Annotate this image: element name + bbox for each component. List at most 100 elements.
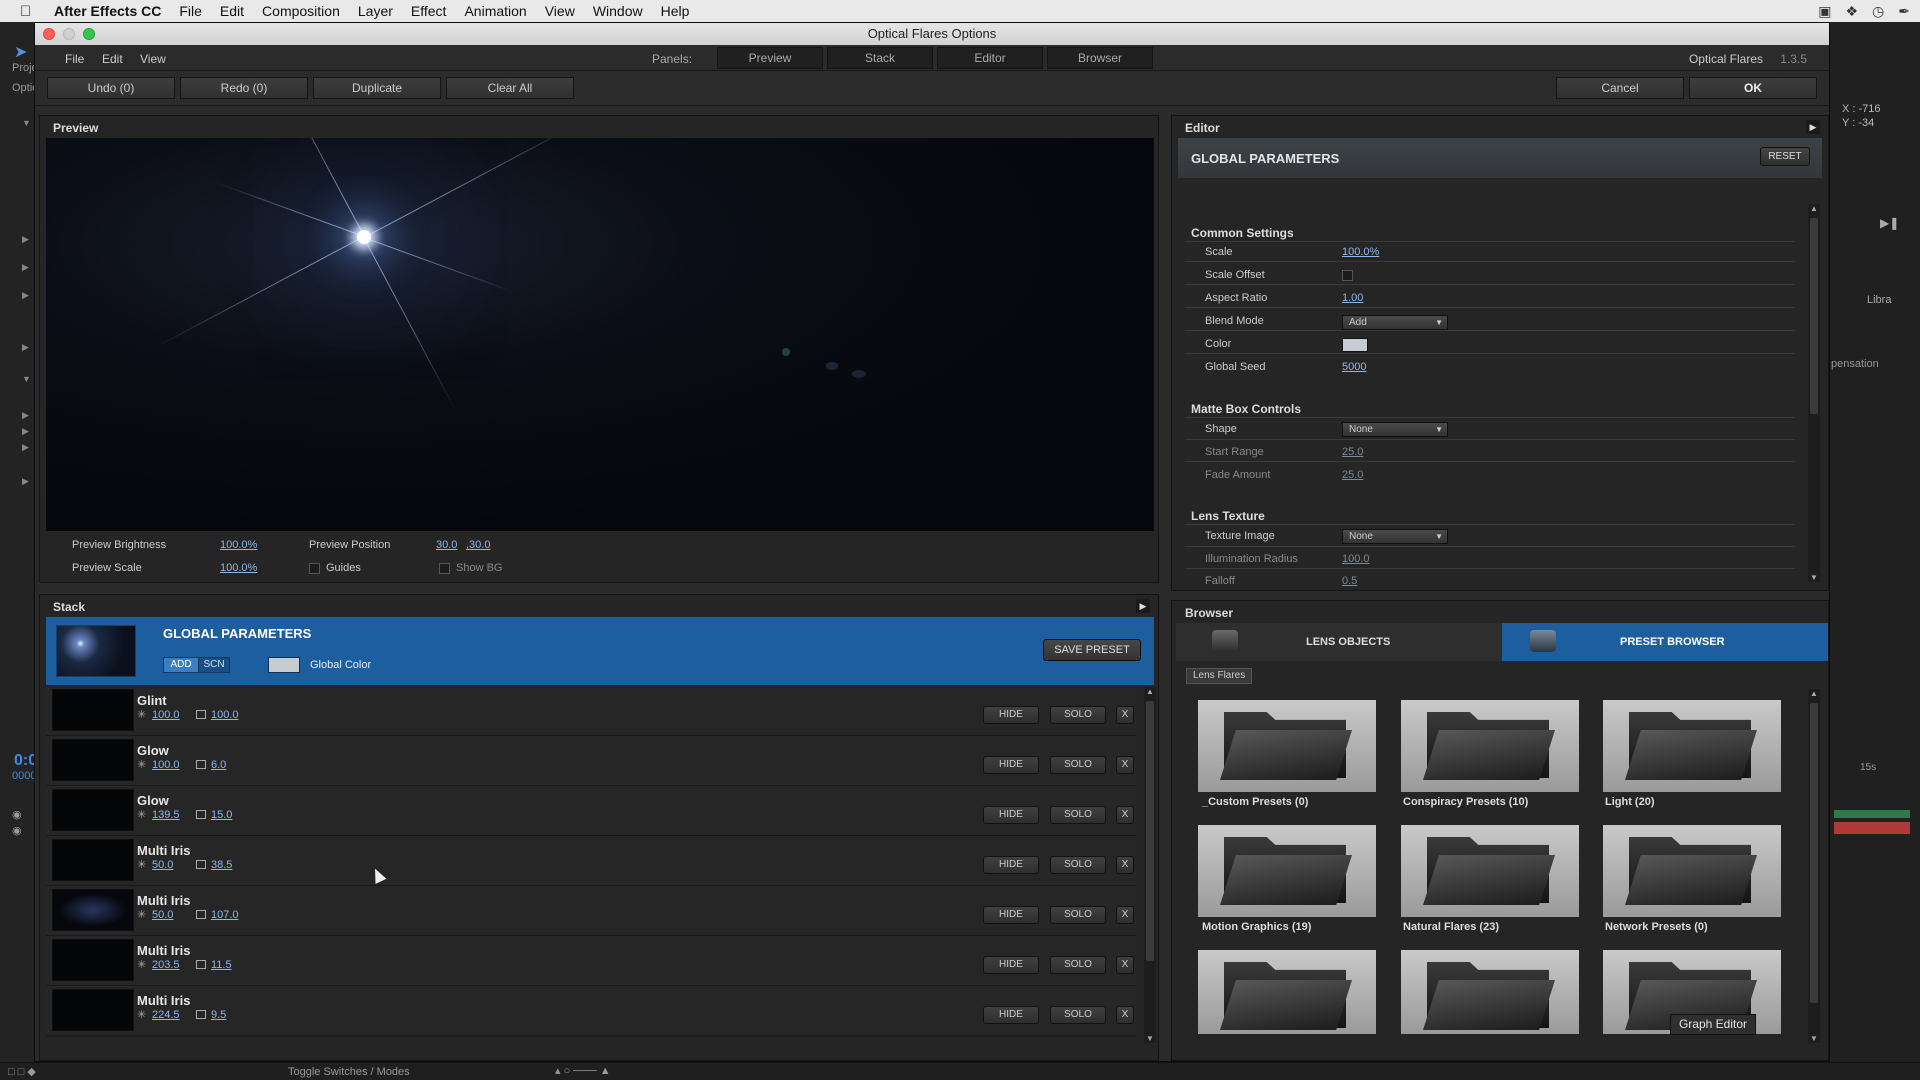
- preset-folder[interactable]: [1603, 700, 1781, 792]
- hide-button[interactable]: HIDE: [983, 806, 1039, 824]
- delete-element-button[interactable]: X: [1116, 706, 1134, 724]
- editor-panel-menu-arrow-icon[interactable]: ▶: [1806, 120, 1820, 134]
- flare-core[interactable]: [357, 230, 371, 244]
- menu-view[interactable]: View: [545, 3, 575, 19]
- libraries-tab[interactable]: Libra: [1867, 294, 1891, 306]
- preset-folder[interactable]: [1401, 825, 1579, 917]
- redo-button[interactable]: Redo (0): [180, 77, 308, 99]
- editor-scrollbar[interactable]: ▲ ▼: [1808, 204, 1820, 582]
- panel-tab-stack[interactable]: Stack: [827, 47, 933, 69]
- falloff-value[interactable]: 0.5: [1342, 575, 1357, 587]
- scroll-up-icon[interactable]: ▲: [1810, 689, 1818, 698]
- browser-scrollbar[interactable]: ▲ ▼: [1808, 689, 1820, 1043]
- fade-amount-value[interactable]: 25.0: [1342, 469, 1363, 481]
- hide-button[interactable]: HIDE: [983, 1006, 1039, 1024]
- dialog-menu-view[interactable]: View: [140, 52, 166, 66]
- scale-offset-checkbox[interactable]: [1342, 270, 1353, 281]
- disclosure-triangle-icon[interactable]: ▼: [22, 118, 31, 128]
- shape-select[interactable]: None ▼: [1342, 422, 1448, 437]
- hide-button[interactable]: HIDE: [983, 756, 1039, 774]
- dialog-menu-file[interactable]: File: [65, 52, 84, 66]
- stack-row[interactable]: Multi Iris ✳ 50.0 107.0 HIDE SOLO X: [46, 886, 1136, 936]
- screen-record-icon[interactable]: ▣: [1818, 3, 1831, 20]
- scrollbar-thumb[interactable]: [1146, 701, 1154, 961]
- menu-file[interactable]: File: [179, 3, 202, 19]
- preview-brightness-value[interactable]: 100.0%: [220, 539, 257, 551]
- delete-element-button[interactable]: X: [1116, 906, 1134, 924]
- global-seed-value[interactable]: 5000: [1342, 361, 1366, 373]
- scrollbar-thumb[interactable]: [1810, 703, 1818, 1003]
- disclosure-triangle-icon[interactable]: ▶: [22, 410, 29, 421]
- disclosure-triangle-icon[interactable]: ▼: [22, 374, 31, 384]
- solo-button[interactable]: SOLO: [1050, 856, 1106, 874]
- selection-tool-icon[interactable]: ➤: [14, 42, 27, 62]
- scroll-down-icon[interactable]: ▼: [1810, 573, 1818, 582]
- ok-button[interactable]: OK: [1689, 77, 1817, 99]
- tab-lens-objects[interactable]: LENS OBJECTS: [1176, 623, 1502, 661]
- scroll-up-icon[interactable]: ▲: [1810, 204, 1818, 213]
- tab-preset-browser[interactable]: PRESET BROWSER: [1502, 623, 1828, 661]
- dropbox-icon[interactable]: ❖: [1845, 3, 1858, 20]
- delete-element-button[interactable]: X: [1116, 1006, 1134, 1024]
- stack-row[interactable]: Glint ✳ 100.0 100.0 HIDE SOLO X: [46, 686, 1136, 736]
- preset-folder[interactable]: [1603, 825, 1781, 917]
- disclosure-triangle-icon[interactable]: ▶: [22, 290, 29, 301]
- element-brightness[interactable]: 203.5: [152, 959, 180, 971]
- global-color-swatch[interactable]: [268, 657, 300, 673]
- minimize-window-button[interactable]: [63, 28, 75, 40]
- dialog-menu-edit[interactable]: Edit: [102, 52, 123, 66]
- scn-mode-button[interactable]: SCN: [198, 657, 230, 673]
- panel-tab-browser[interactable]: Browser: [1047, 47, 1153, 69]
- panel-tab-editor[interactable]: Editor: [937, 47, 1043, 69]
- element-brightness[interactable]: 100.0: [152, 709, 180, 721]
- undo-button[interactable]: Undo (0): [47, 77, 175, 99]
- show-bg-checkbox[interactable]: [439, 563, 450, 574]
- stack-global-parameters[interactable]: GLOBAL PARAMETERS ADD SCN Global Color S…: [46, 617, 1154, 685]
- app-menu[interactable]: After Effects CC: [54, 3, 161, 19]
- illumination-radius-value[interactable]: 100.0: [1342, 553, 1370, 565]
- menu-composition[interactable]: Composition: [262, 3, 340, 19]
- comp-icons[interactable]: □ □ ◆: [8, 1065, 36, 1078]
- scroll-down-icon[interactable]: ▼: [1810, 1034, 1818, 1043]
- disclosure-triangle-icon[interactable]: ▶: [22, 342, 29, 353]
- element-scale[interactable]: 100.0: [211, 709, 239, 721]
- menu-edit[interactable]: Edit: [220, 3, 244, 19]
- scroll-down-icon[interactable]: ▼: [1146, 1034, 1154, 1043]
- element-scale[interactable]: 15.0: [211, 809, 232, 821]
- guides-checkbox[interactable]: [309, 563, 320, 574]
- menu-effect[interactable]: Effect: [411, 3, 447, 19]
- element-scale[interactable]: 9.5: [211, 1009, 226, 1021]
- menu-layer[interactable]: Layer: [358, 3, 393, 19]
- zoom-slider[interactable]: ▴ ○ ─── ▲: [555, 1064, 611, 1077]
- menu-help[interactable]: Help: [661, 3, 690, 19]
- panel-tab-preview[interactable]: Preview: [717, 47, 823, 69]
- clock-icon[interactable]: ◷: [1872, 3, 1884, 20]
- add-mode-button[interactable]: ADD: [163, 657, 199, 673]
- delete-element-button[interactable]: X: [1116, 856, 1134, 874]
- preview-position-y[interactable]: ,30.0: [466, 539, 490, 551]
- disclosure-triangle-icon[interactable]: ▶: [22, 426, 29, 437]
- menu-window[interactable]: Window: [593, 3, 643, 19]
- duplicate-button[interactable]: Duplicate: [313, 77, 441, 99]
- element-brightness[interactable]: 224.5: [152, 1009, 180, 1021]
- disclosure-triangle-icon[interactable]: ▶: [22, 476, 29, 487]
- preview-position-x[interactable]: 30.0: [436, 539, 457, 551]
- hide-button[interactable]: HIDE: [983, 856, 1039, 874]
- preset-folder[interactable]: [1401, 950, 1579, 1034]
- disclosure-triangle-icon[interactable]: ▶: [22, 442, 29, 453]
- solo-button[interactable]: SOLO: [1050, 806, 1106, 824]
- save-preset-button[interactable]: SAVE PRESET: [1043, 639, 1141, 661]
- hide-button[interactable]: HIDE: [983, 956, 1039, 974]
- element-brightness[interactable]: 139.5: [152, 809, 180, 821]
- element-scale[interactable]: 107.0: [211, 909, 239, 921]
- solo-button[interactable]: SOLO: [1050, 956, 1106, 974]
- stack-row[interactable]: Multi Iris ✳ 224.5 9.5 HIDE SOLO X: [46, 986, 1136, 1036]
- aspect-ratio-value[interactable]: 1.00: [1342, 292, 1363, 304]
- delete-element-button[interactable]: X: [1116, 756, 1134, 774]
- play-icon[interactable]: ▶❚: [1880, 216, 1899, 230]
- cancel-button[interactable]: Cancel: [1556, 77, 1684, 99]
- pen-icon[interactable]: ✒: [1898, 3, 1910, 20]
- scroll-up-icon[interactable]: ▲: [1146, 687, 1154, 696]
- texture-image-select[interactable]: None ▼: [1342, 529, 1448, 544]
- solo-button[interactable]: SOLO: [1050, 756, 1106, 774]
